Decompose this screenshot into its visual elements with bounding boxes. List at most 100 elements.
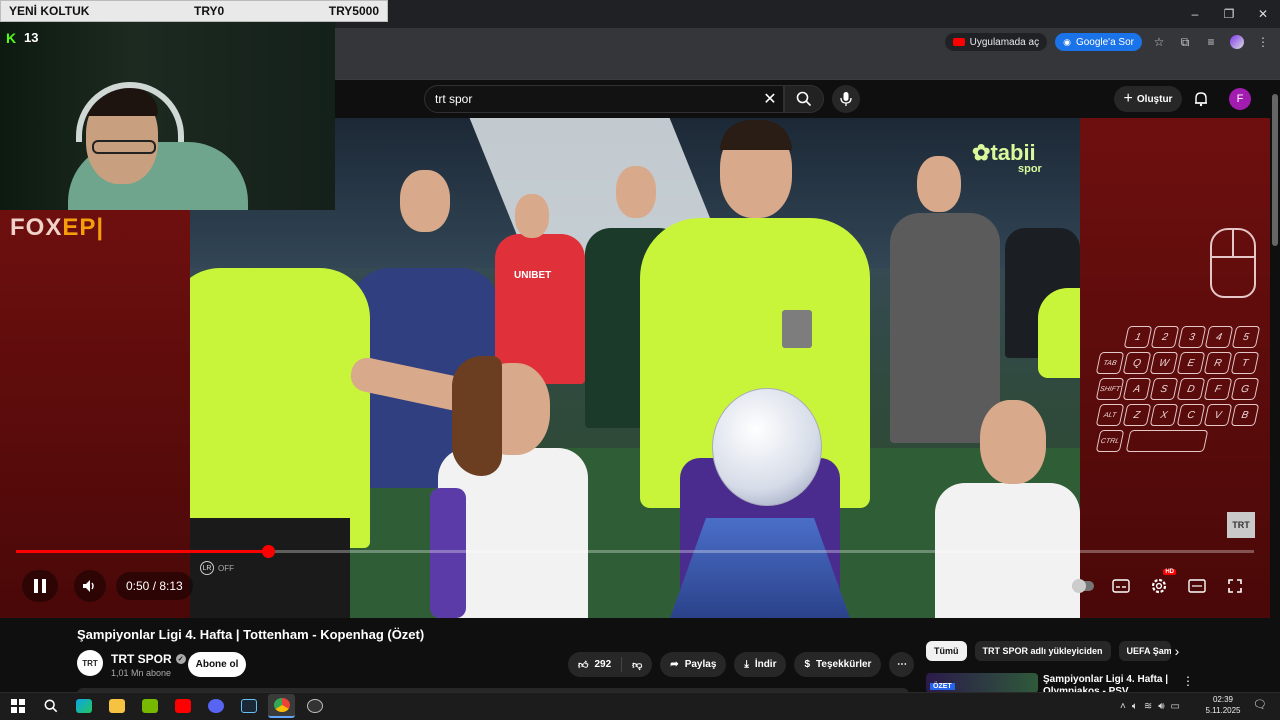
nvidia-icon (141, 699, 158, 713)
stream-left-panel (0, 210, 190, 618)
foxep-ep: EP (62, 214, 97, 241)
like-button[interactable]: 👍︎ 292 (568, 652, 622, 677)
search-input[interactable]: trt spor (424, 85, 784, 113)
chevron-up-icon[interactable]: ˄ (1120, 701, 1126, 712)
like-count: 292 (594, 659, 612, 670)
search-icon (44, 699, 57, 713)
share-icon: ➦ (670, 659, 679, 670)
captions-button[interactable] (1108, 573, 1134, 599)
like-dislike-group: 👍︎ 292 👎︎ (568, 652, 653, 677)
dislike-button[interactable]: 👎︎ (622, 652, 653, 677)
minimize-button[interactable]: – (1178, 0, 1212, 28)
search-taskbar-button[interactable] (37, 694, 64, 718)
keyboard-key: B (1230, 404, 1260, 426)
search-button[interactable] (784, 85, 824, 113)
nvidia-app[interactable] (136, 694, 163, 718)
create-label: Oluştur (1136, 93, 1173, 105)
keyboard-key: A (1122, 378, 1152, 400)
lr-toggle[interactable]: LR OFF (200, 560, 234, 576)
donation-small: TRY0 (193, 4, 225, 18)
keyboard-key: ALT (1095, 404, 1125, 426)
more-actions-button[interactable]: ⋯ (889, 652, 915, 677)
chevron-right-icon[interactable]: › (1168, 642, 1186, 660)
file-explorer-app[interactable] (103, 694, 130, 718)
clear-search-icon[interactable]: ✕ (760, 89, 780, 109)
referee-left (190, 268, 370, 548)
pause-button[interactable] (22, 570, 58, 602)
plus-icon: + (1123, 90, 1133, 107)
youtube-app[interactable] (169, 694, 196, 718)
notifications-button[interactable] (1190, 88, 1212, 110)
keyboard-key: W (1149, 352, 1179, 374)
settings-button[interactable]: HD (1146, 569, 1176, 599)
subscribe-button[interactable]: Abone ol (188, 652, 246, 677)
download-button[interactable]: ⤓ İndir (734, 652, 787, 677)
trt-spor-watermark: TRT (1227, 512, 1255, 538)
channel-avatar[interactable]: TRT (77, 650, 103, 676)
open-in-app-button[interactable]: Uygulamada aç (944, 33, 1048, 51)
close-window-button[interactable]: ✕ (1246, 0, 1280, 28)
channel-name-row[interactable]: TRT SPOR ✓ (111, 652, 186, 666)
start-button[interactable] (4, 694, 31, 718)
steam-icon (240, 699, 257, 713)
bookmark-star-icon[interactable]: ☆ (1150, 33, 1168, 51)
restore-button[interactable]: ❐ (1212, 0, 1246, 28)
voice-search-button[interactable] (832, 85, 860, 113)
clock-time: 02:39 (1212, 695, 1234, 704)
keyboard-key: 1 (1123, 326, 1153, 348)
autoplay-toggle[interactable] (1070, 573, 1096, 599)
foxep-logo: FOXEP| (10, 214, 104, 242)
store-app[interactable] (70, 694, 97, 718)
theater-mode-button[interactable] (1184, 573, 1210, 599)
chrome-app[interactable] (268, 694, 295, 718)
keyboard-key: V (1203, 404, 1233, 426)
discord-app[interactable] (202, 694, 229, 718)
kick-logo: K (6, 30, 17, 46)
chip-uefa[interactable]: UEFA Şam (1118, 641, 1171, 661)
obs-app[interactable] (301, 694, 328, 718)
wifi-icon[interactable]: ≋ (1144, 701, 1152, 712)
mascot-hair (452, 356, 502, 476)
taskbar-clock[interactable]: 02:39 5.11.2025 (1196, 694, 1250, 716)
seat-label: YENİ KOLTUK (9, 4, 90, 18)
browser-menu-icon[interactable]: ⋮ (1254, 33, 1272, 51)
recommended-menu-icon[interactable]: ⋮ (1180, 674, 1196, 690)
keyboard-key: R (1203, 352, 1233, 374)
channel-name[interactable]: TRT SPOR (111, 652, 172, 666)
notification-icon[interactable]: 🗨︎ (1252, 698, 1268, 714)
chip-from-uploader[interactable]: TRT SPOR adlı yükleyiciden (974, 641, 1111, 661)
keyboard-key: TAB (1095, 352, 1125, 374)
create-button[interactable]: + Oluştur (1114, 86, 1182, 112)
keyboard-key: Q (1122, 352, 1152, 374)
volume-button[interactable] (74, 570, 106, 602)
download-label: İndir (754, 659, 777, 670)
account-avatar[interactable]: F (1229, 88, 1251, 110)
display-icon[interactable]: ▭ (1171, 701, 1180, 712)
keyboard-key: X (1149, 404, 1179, 426)
keyboard-key: G (1230, 378, 1260, 400)
volume-icon[interactable]: 🔊︎ (1158, 701, 1164, 712)
media-controls-icon[interactable]: ≡ (1202, 33, 1220, 51)
youtube-icon (952, 38, 965, 46)
hd-badge: HD (1163, 569, 1176, 575)
speaker-icon[interactable]: 🔈︎ (1132, 701, 1138, 712)
thumbs-up-icon: 👍︎ (578, 659, 589, 671)
recommended-badge: ÖZET (930, 683, 955, 690)
chip-all[interactable]: Tümü (926, 641, 967, 661)
referee-badge (782, 310, 812, 348)
thanks-button[interactable]: $ Teşekkürler (794, 652, 882, 677)
steam-app[interactable] (235, 694, 262, 718)
ask-google-button[interactable]: ◉ Google'a Sor (1055, 33, 1142, 51)
fullscreen-button[interactable] (1222, 573, 1248, 599)
ask-google-label: Google'a Sor (1075, 36, 1134, 48)
keyboard-key: 2 (1150, 326, 1180, 348)
keyboard-key: D (1176, 378, 1206, 400)
share-button[interactable]: ➦ Paylaş (660, 652, 727, 677)
scrollbar-thumb[interactable] (1272, 94, 1278, 246)
kick-viewer-count: 13 (24, 30, 39, 45)
keyboard-key: C (1176, 404, 1206, 426)
progress-scrubber[interactable] (262, 545, 275, 558)
profile-icon[interactable] (1228, 33, 1246, 51)
extensions-icon[interactable]: ⧉ (1176, 33, 1194, 51)
video-actions: 👍︎ 292 👎︎ ➦ Paylaş ⤓ İndir $ Teşekkürler… (568, 652, 915, 677)
